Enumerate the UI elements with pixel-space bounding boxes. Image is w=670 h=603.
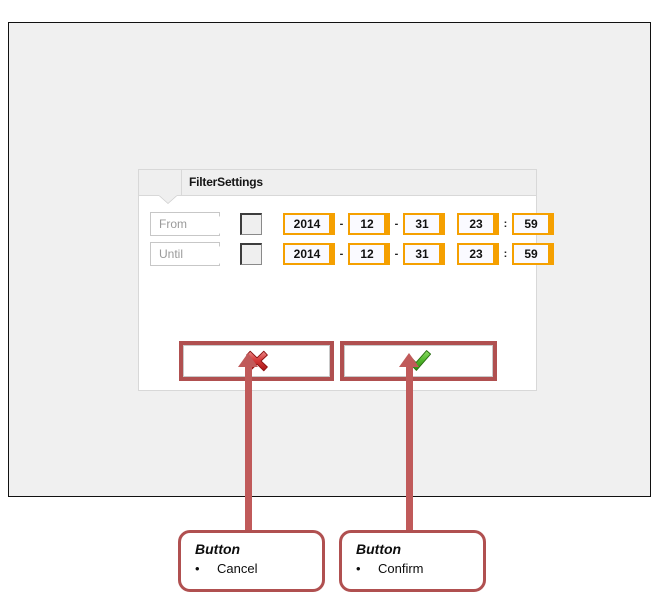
- year-field-from[interactable]: 2014: [283, 213, 335, 235]
- header-tab-cell: [139, 170, 182, 195]
- hour-field-from[interactable]: 23: [457, 213, 499, 235]
- minute-field-until[interactable]: 59: [512, 243, 554, 265]
- callout-list-item: • Confirm: [356, 561, 483, 576]
- arrow-head-cancel: [238, 353, 258, 367]
- month-field-from[interactable]: 12: [348, 213, 390, 235]
- datetime-fields-from: 2014 - 12 - 31 23 : 59: [283, 213, 554, 235]
- callout-title: Button: [356, 541, 402, 557]
- time-separator-until: :: [503, 248, 508, 260]
- page-title: FilterSettings: [189, 175, 263, 189]
- date-separator-2-from: -: [394, 218, 399, 230]
- callout-confirm: Button • Confirm: [339, 530, 486, 592]
- time-separator-from: :: [503, 218, 508, 230]
- bubble-tail: [219, 246, 229, 264]
- year-field-until[interactable]: 2014: [283, 243, 335, 265]
- date-separator-2-until: -: [394, 248, 399, 260]
- callout-list-item: • Cancel: [195, 561, 322, 576]
- label-bubble-from: From: [150, 212, 230, 236]
- callout-item-label: Confirm: [378, 561, 424, 576]
- checkbox-until[interactable]: [240, 243, 262, 265]
- day-field-from[interactable]: 31: [403, 213, 445, 235]
- bullet-icon: •: [356, 561, 361, 576]
- hour-field-until[interactable]: 23: [457, 243, 499, 265]
- callout-arrow-cancel: [238, 353, 258, 531]
- screenshot-canvas: FilterSettings From 2014 - 12 - 31 23 : …: [8, 22, 651, 497]
- callout-title: Button: [195, 541, 241, 557]
- filter-row-from: From 2014 - 12 - 31 23 : 59: [139, 212, 554, 236]
- checkbox-from[interactable]: [240, 213, 262, 235]
- callout-arrow-confirm: [399, 353, 419, 531]
- header-pointer-triangle: [159, 195, 177, 203]
- row-label-text: Until: [159, 247, 184, 261]
- month-field-until[interactable]: 12: [348, 243, 390, 265]
- label-bubble-until: Until: [150, 242, 230, 266]
- date-separator-1-until: -: [339, 248, 344, 260]
- callout-cancel: Button • Cancel: [178, 530, 325, 592]
- datetime-fields-until: 2014 - 12 - 31 23 : 59: [283, 243, 554, 265]
- dialog-header: FilterSettings: [139, 170, 536, 203]
- row-label-text: From: [159, 217, 187, 231]
- filter-row-until: Until 2014 - 12 - 31 23 : 59: [139, 242, 554, 266]
- bubble-tail: [219, 216, 229, 234]
- date-separator-1-from: -: [339, 218, 344, 230]
- day-field-until[interactable]: 31: [403, 243, 445, 265]
- bullet-icon: •: [195, 561, 200, 576]
- callout-item-label: Cancel: [217, 561, 258, 576]
- minute-field-from[interactable]: 59: [512, 213, 554, 235]
- arrow-head-confirm: [399, 353, 419, 367]
